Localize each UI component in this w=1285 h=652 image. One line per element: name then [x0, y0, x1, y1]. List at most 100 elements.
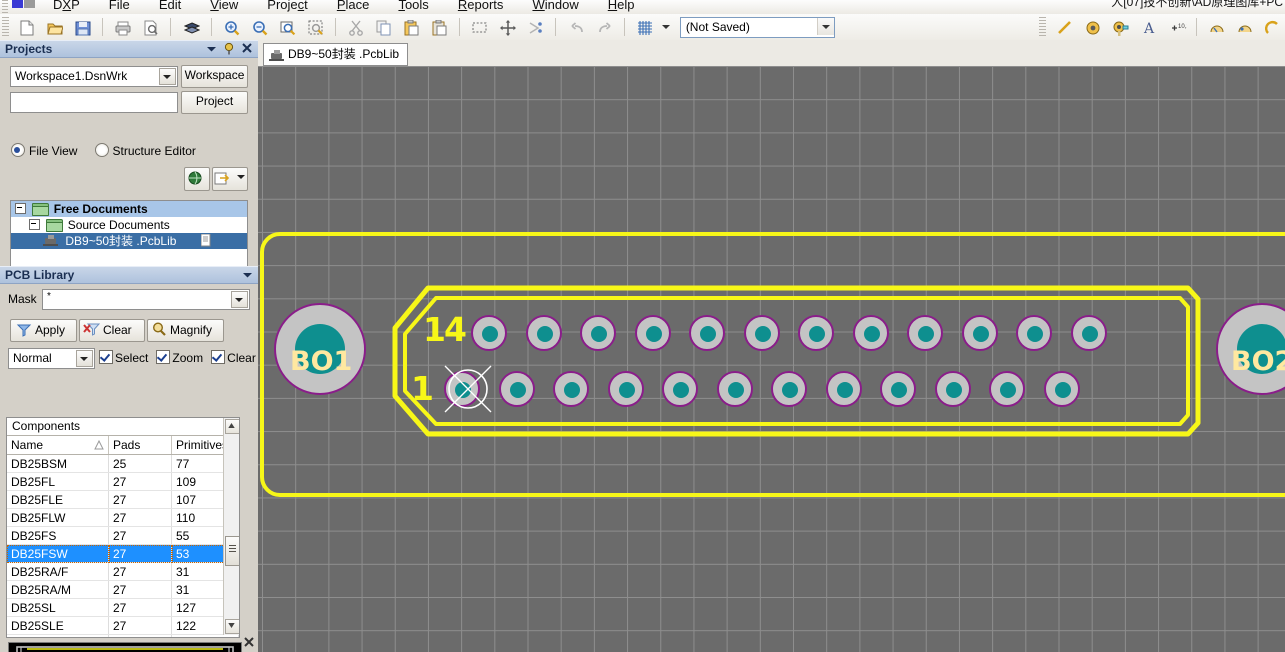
- menubar-grip[interactable]: [2, 0, 8, 14]
- column-header-pads[interactable]: Pads: [108, 436, 172, 455]
- dropdown-arrow-icon[interactable]: [237, 175, 245, 179]
- pad-10[interactable]: [934, 371, 971, 407]
- copy-icon[interactable]: [372, 16, 396, 40]
- pad-3[interactable]: [553, 371, 589, 407]
- chevron-down-icon[interactable]: [816, 18, 834, 35]
- menu-edit[interactable]: Edit: [146, 0, 194, 14]
- table-row[interactable]: DB25SLE 27 122: [7, 616, 239, 635]
- menu-place[interactable]: Place: [324, 0, 383, 14]
- zoom-area-icon[interactable]: [276, 16, 300, 40]
- pad-24[interactable]: [1016, 315, 1052, 351]
- scrollbar-thumb[interactable]: [225, 536, 239, 566]
- cut-icon[interactable]: [344, 16, 368, 40]
- close-icon[interactable]: [243, 636, 255, 648]
- undo-icon[interactable]: [565, 16, 589, 40]
- open-project-icon[interactable]: [212, 167, 248, 191]
- chevron-down-icon[interactable]: [240, 267, 255, 282]
- print-icon[interactable]: [111, 16, 135, 40]
- placement-toolbar-grip[interactable]: [1039, 17, 1047, 37]
- pad-18[interactable]: [689, 315, 725, 351]
- arc-edge-icon[interactable]: [1233, 16, 1257, 40]
- chevron-down-icon[interactable]: [204, 41, 219, 56]
- zoom-out-icon[interactable]: [248, 16, 272, 40]
- pad-12[interactable]: [1043, 371, 1080, 407]
- table-row[interactable]: DB25SL 27 127: [7, 598, 239, 617]
- coordinate-icon[interactable]: 10,10: [1165, 16, 1189, 40]
- layer-stack-icon[interactable]: [180, 16, 204, 40]
- string-icon[interactable]: A: [1137, 16, 1161, 40]
- menu-project[interactable]: Project: [254, 0, 320, 14]
- pad-25[interactable]: [1070, 315, 1107, 351]
- via-icon[interactable]: [1109, 16, 1133, 40]
- components-scrollbar[interactable]: [223, 418, 239, 635]
- scroll-up-arrow-icon[interactable]: [225, 419, 239, 434]
- table-row[interactable]: DB25FS 27 55: [7, 526, 239, 545]
- apply-button[interactable]: Apply: [10, 319, 77, 342]
- column-header-name[interactable]: Name: [7, 436, 109, 455]
- pad-6[interactable]: [716, 371, 753, 407]
- menu-help[interactable]: Help: [595, 0, 648, 14]
- arc-center-icon[interactable]: [1205, 16, 1229, 40]
- select-area-icon[interactable]: [468, 16, 492, 40]
- table-row[interactable]: DB25FLE 27 107: [7, 490, 239, 509]
- move-icon[interactable]: [496, 16, 520, 40]
- mode-combo[interactable]: Normal: [8, 348, 95, 369]
- grid-icon[interactable]: [633, 16, 657, 40]
- pad-4[interactable]: [607, 371, 644, 407]
- pad-9[interactable]: [880, 371, 916, 407]
- project-button[interactable]: Project: [181, 91, 248, 114]
- component-preview[interactable]: 14 1: [8, 642, 242, 652]
- pcb-canvas[interactable]: 14 1 BO1 BO2: [258, 66, 1285, 652]
- mask-input[interactable]: *: [42, 289, 250, 310]
- table-row[interactable]: DB25FLW 27 110: [7, 508, 239, 527]
- checkbox-select[interactable]: Select: [99, 350, 148, 365]
- expander-icon[interactable]: [15, 203, 26, 214]
- pad-23[interactable]: [961, 315, 998, 351]
- arc-any-icon[interactable]: [1261, 16, 1285, 40]
- radio-file-view[interactable]: File View: [11, 143, 77, 158]
- pad-19[interactable]: [743, 315, 780, 351]
- table-row[interactable]: DB25SLW27127: [7, 634, 239, 637]
- expander-icon[interactable]: [29, 219, 40, 230]
- pad-15[interactable]: [525, 315, 562, 351]
- pad-17[interactable]: [634, 315, 671, 351]
- menu-tools[interactable]: Tools: [385, 0, 441, 14]
- menu-window[interactable]: Window: [519, 0, 591, 14]
- checkbox-zoom[interactable]: Zoom: [156, 350, 203, 365]
- pad-14[interactable]: [471, 315, 507, 351]
- pad-5[interactable]: [662, 371, 698, 407]
- pad-20[interactable]: [798, 315, 834, 351]
- clear-button[interactable]: Clear: [79, 319, 145, 342]
- scroll-down-arrow-icon[interactable]: [225, 619, 239, 634]
- chevron-down-icon[interactable]: [231, 291, 248, 308]
- new-document-icon[interactable]: [15, 16, 39, 40]
- chevron-down-icon[interactable]: [159, 68, 176, 85]
- grid-dropdown-arrow-icon[interactable]: [660, 16, 673, 38]
- globe-icon[interactable]: [184, 167, 210, 191]
- chevron-down-icon[interactable]: [76, 350, 93, 367]
- table-row[interactable]: DB25RA/F 27 31: [7, 562, 239, 581]
- save-icon[interactable]: [71, 16, 95, 40]
- connector-shell[interactable]: [258, 66, 1285, 652]
- line-icon[interactable]: [1053, 16, 1077, 40]
- tree-node-free-documents[interactable]: Free Documents: [11, 201, 247, 217]
- open-folder-icon[interactable]: [43, 16, 67, 40]
- paste-icon[interactable]: [400, 16, 424, 40]
- toolbar-grip[interactable]: [2, 17, 9, 37]
- pad-21[interactable]: [852, 315, 889, 351]
- project-tree[interactable]: Free Documents Source Documents DB9~50封装…: [10, 200, 248, 268]
- pad-icon[interactable]: [1081, 16, 1105, 40]
- pad-2[interactable]: [498, 371, 535, 407]
- radio-structure-editor[interactable]: Structure Editor: [94, 143, 196, 158]
- deselect-icon[interactable]: [524, 16, 548, 40]
- zoom-in-icon[interactable]: [220, 16, 244, 40]
- table-row[interactable]: DB25RA/M 27 31: [7, 580, 239, 599]
- menu-file[interactable]: File: [96, 0, 143, 14]
- paste-special-icon[interactable]: [428, 16, 452, 40]
- pad-22[interactable]: [907, 315, 943, 351]
- pad-8[interactable]: [825, 371, 862, 407]
- workspace-button[interactable]: Workspace: [181, 65, 248, 88]
- pad-16[interactable]: [580, 315, 616, 351]
- project-combo[interactable]: [10, 92, 178, 113]
- close-icon[interactable]: [240, 41, 255, 56]
